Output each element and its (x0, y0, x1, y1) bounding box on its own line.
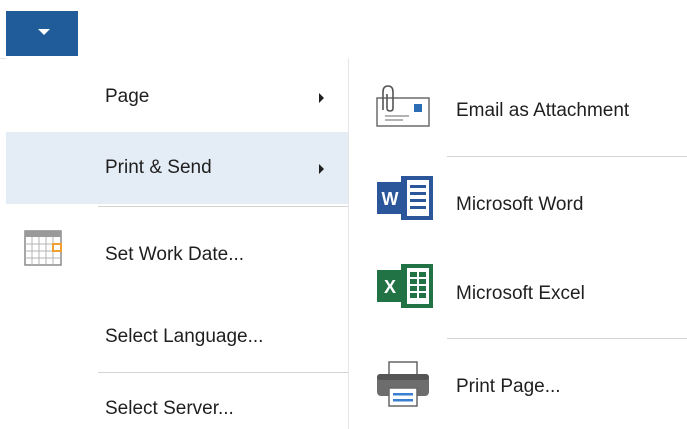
menu-item-label: Page (105, 86, 150, 107)
file-menu: Page Print & Send Set Work Date... Selec… (6, 58, 348, 429)
submenu-item-label: Email as Attachment (456, 100, 630, 121)
submenu-item-microsoft-word[interactable]: W Microsoft Word (349, 158, 687, 250)
menu-item-label: Print & Send (105, 157, 212, 178)
menu-item-set-work-date[interactable]: Set Work Date... (6, 210, 348, 298)
print-send-submenu: Email as Attachment W Microsoft Word X M… (349, 58, 687, 429)
menu-item-page[interactable]: Page (6, 62, 348, 134)
submenu-item-label: Print Page... (456, 376, 561, 397)
submenu-separator (447, 338, 687, 339)
submenu-item-label: Microsoft Excel (456, 283, 585, 304)
submenu-item-print-page[interactable]: Print Page... (349, 340, 687, 429)
chevron-down-icon (38, 29, 50, 35)
menu-separator (98, 372, 348, 373)
menu-item-select-server[interactable]: Select Server... (6, 376, 348, 429)
menu-item-label: Select Language... (105, 326, 264, 347)
submenu-item-label: Microsoft Word (456, 194, 584, 215)
email-attachment-icon (376, 85, 430, 127)
menu-item-label: Select Server... (105, 398, 234, 419)
submenu-item-microsoft-excel[interactable]: X Microsoft Excel (349, 250, 687, 336)
menu-item-select-language[interactable]: Select Language... (6, 298, 348, 368)
menu-item-print-send[interactable]: Print & Send (6, 132, 348, 204)
word-icon: W (377, 176, 433, 220)
menu-item-label: Set Work Date... (105, 244, 245, 265)
svg-text:W: W (382, 189, 399, 209)
chevron-right-icon (319, 93, 324, 103)
printer-icon (377, 361, 429, 407)
ribbon-bar (0, 0, 687, 59)
submenu-item-email-attachment[interactable]: Email as Attachment (349, 68, 687, 154)
chevron-right-icon (319, 164, 324, 174)
app-menu-button[interactable] (6, 11, 78, 56)
calendar-icon (24, 230, 62, 266)
svg-text:X: X (384, 277, 396, 297)
excel-icon: X (377, 264, 433, 308)
submenu-separator (447, 156, 687, 157)
menu-separator (98, 206, 348, 207)
